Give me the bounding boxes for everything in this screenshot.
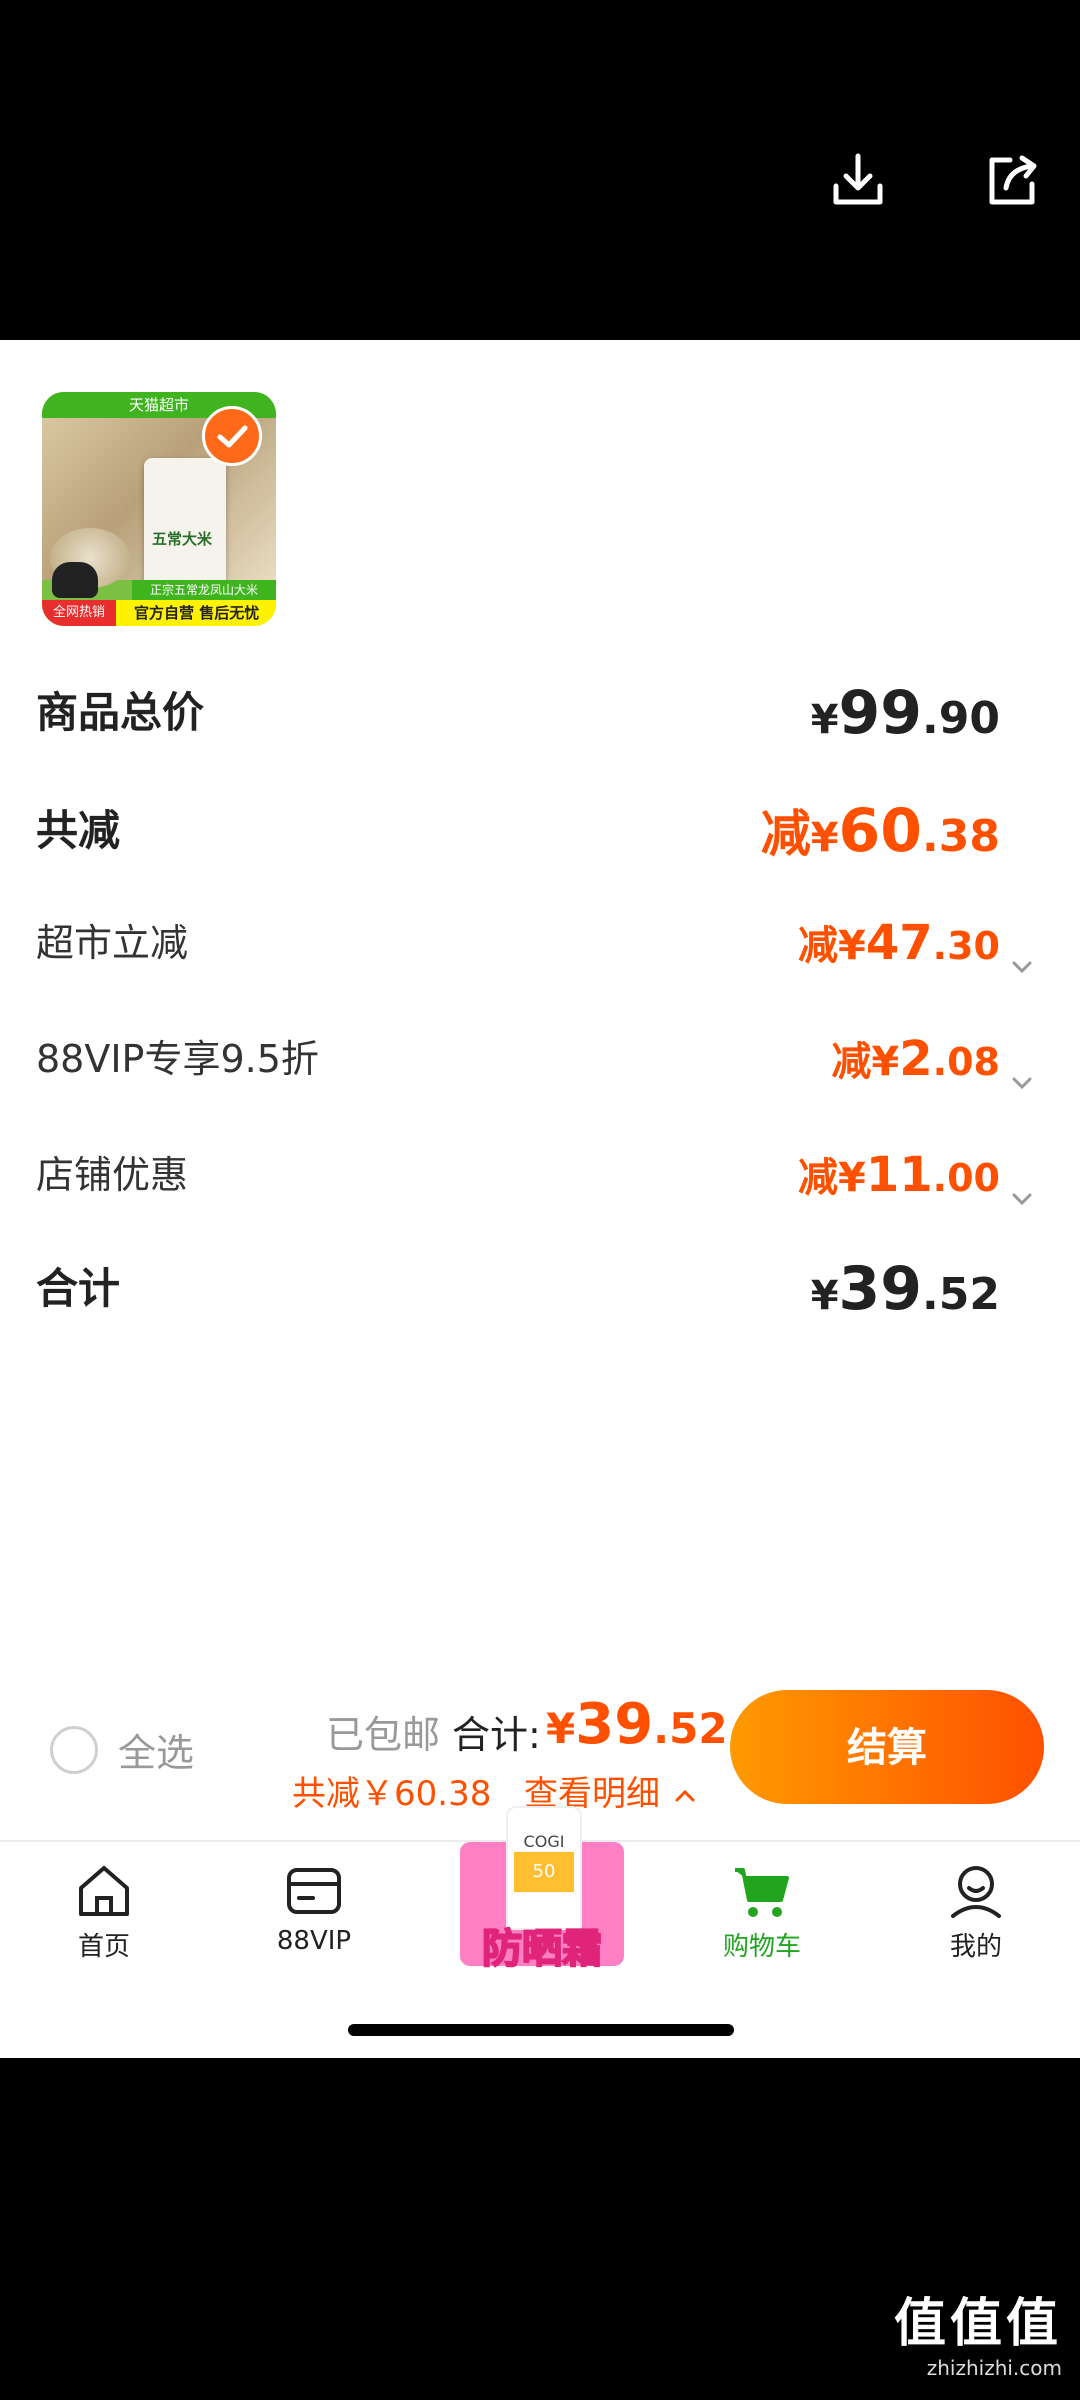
amount-int: 60	[838, 796, 923, 866]
chevron-up-icon	[675, 1789, 695, 1801]
chevron-down-icon[interactable]	[1008, 1057, 1036, 1089]
amount-int: 47	[865, 915, 933, 971]
tab-cart[interactable]: 购物车	[692, 1860, 832, 1963]
row-88vip-discount[interactable]: 88VIP专享9.5折 减¥2.08	[36, 1024, 1036, 1094]
product-mid-strip: 正宗五常龙凤山大米	[132, 580, 276, 600]
download-icon[interactable]	[828, 150, 888, 210]
amount-dec: .30	[932, 924, 1000, 968]
row-supermarket-discount[interactable]: 超市立减 减¥47.30	[36, 908, 1036, 978]
yen-sign: ¥	[810, 697, 839, 743]
home-indicator[interactable]	[348, 2024, 734, 2036]
tab-label: 首页	[77, 1932, 130, 1962]
yen-sign: ¥	[810, 815, 839, 861]
home-icon	[73, 1860, 135, 1922]
rice-bag: 五常大米	[144, 458, 226, 588]
amount-int: 39	[838, 1254, 923, 1324]
card-icon	[283, 1860, 345, 1922]
total-amount: ¥39.52	[546, 1692, 728, 1757]
tab-label: 我的	[949, 1932, 1002, 1962]
row-amount: ¥39.52	[811, 1254, 1000, 1339]
tab-home[interactable]: 首页	[34, 1860, 174, 1963]
yen-sign: ¥	[838, 1155, 866, 1201]
top-bar	[0, 0, 1080, 340]
watermark-mark: 值值值	[893, 2294, 1062, 2354]
tab-label: 88VIP	[276, 1926, 352, 1956]
row-label: 88VIP专享9.5折	[36, 1037, 319, 1081]
amount-dec: .52	[922, 1269, 1000, 1320]
product-thumbnail[interactable]: 天猫超市 五常大米 正宗五常龙凤山大米 官方自营 售后无忧 全网热销	[42, 392, 276, 626]
product-hot-tag: 全网热销	[42, 600, 116, 626]
row-label: 超市立减	[36, 921, 189, 965]
amount-dec: .90	[922, 693, 1000, 744]
amount-dec: .38	[922, 811, 1000, 862]
yen-sign: ¥	[546, 1704, 576, 1753]
row-label: 商品总价	[36, 688, 205, 737]
watermark-site: zhizhizhi.com	[926, 2356, 1062, 2380]
cart-icon	[731, 1860, 793, 1922]
sunscreen-promo[interactable]: COGI 50 防晒霜	[460, 1806, 624, 1973]
tmall-mascot-icon	[52, 562, 98, 598]
amount-int: 11	[865, 1147, 933, 1203]
amount-int: 2	[899, 1031, 933, 1087]
row-label: 合计	[36, 1264, 121, 1313]
total-dec: .52	[653, 1704, 728, 1753]
select-all-radio[interactable]	[50, 1726, 98, 1774]
product-bottom-text: 官方自营 售后无忧	[134, 604, 260, 622]
row-amount: 减¥60.38	[761, 796, 1000, 881]
promo-spf: 50	[514, 1852, 574, 1892]
row-amount: 减¥2.08	[831, 1024, 1036, 1105]
chevron-down-icon[interactable]	[1008, 1173, 1036, 1205]
minus-prefix: 减	[760, 805, 811, 863]
minus-prefix: 减	[798, 923, 839, 969]
free-shipping-label: 已包邮	[326, 1713, 441, 1757]
profile-icon	[945, 1860, 1007, 1922]
promo-caption: 防晒霜	[481, 1925, 603, 1973]
amount-int: 99	[838, 678, 923, 748]
row-label: 店铺优惠	[36, 1153, 189, 1197]
row-subtotal: 商品总价 ¥99.90	[36, 678, 1036, 748]
tab-profile[interactable]: 我的	[906, 1860, 1046, 1963]
share-icon[interactable]	[982, 150, 1042, 210]
promo-brand: COGI	[523, 1832, 565, 1851]
total-int: 39	[575, 1692, 654, 1757]
amount-dec: .00	[932, 1156, 1000, 1200]
select-all-label[interactable]: 全选	[118, 1722, 194, 1777]
row-store-discount[interactable]: 店铺优惠 减¥11.00	[36, 1140, 1036, 1210]
row-total-discount: 共减 减¥60.38	[36, 796, 1036, 866]
minus-prefix: 减	[798, 1155, 839, 1201]
tab-88vip[interactable]: 88VIP	[244, 1860, 384, 1956]
checkout-button[interactable]: 结算	[730, 1690, 1044, 1804]
tab-label: 购物车	[722, 1932, 801, 1962]
total-label: 合计:	[452, 1713, 541, 1757]
row-label: 共减	[36, 806, 121, 855]
yen-sign: ¥	[871, 1039, 900, 1085]
bag-name: 五常大米	[152, 530, 213, 548]
row-amount: ¥99.90	[811, 678, 1000, 763]
yen-sign: ¥	[810, 1273, 839, 1319]
yen-sign: ¥	[838, 923, 866, 969]
minus-prefix: 减	[831, 1039, 872, 1085]
chevron-down-icon[interactable]	[1008, 941, 1036, 973]
row-amount: 减¥47.30	[798, 908, 1036, 989]
row-grand-total: 合计 ¥39.52	[36, 1254, 1036, 1324]
watermark: 值值值 zhizhizhi.com	[894, 2281, 1062, 2380]
row-amount: 减¥11.00	[798, 1140, 1036, 1221]
selected-check-icon[interactable]	[202, 406, 262, 466]
amount-dec: .08	[932, 1040, 1000, 1084]
sunscreen-tube: COGI 50	[506, 1806, 582, 1930]
